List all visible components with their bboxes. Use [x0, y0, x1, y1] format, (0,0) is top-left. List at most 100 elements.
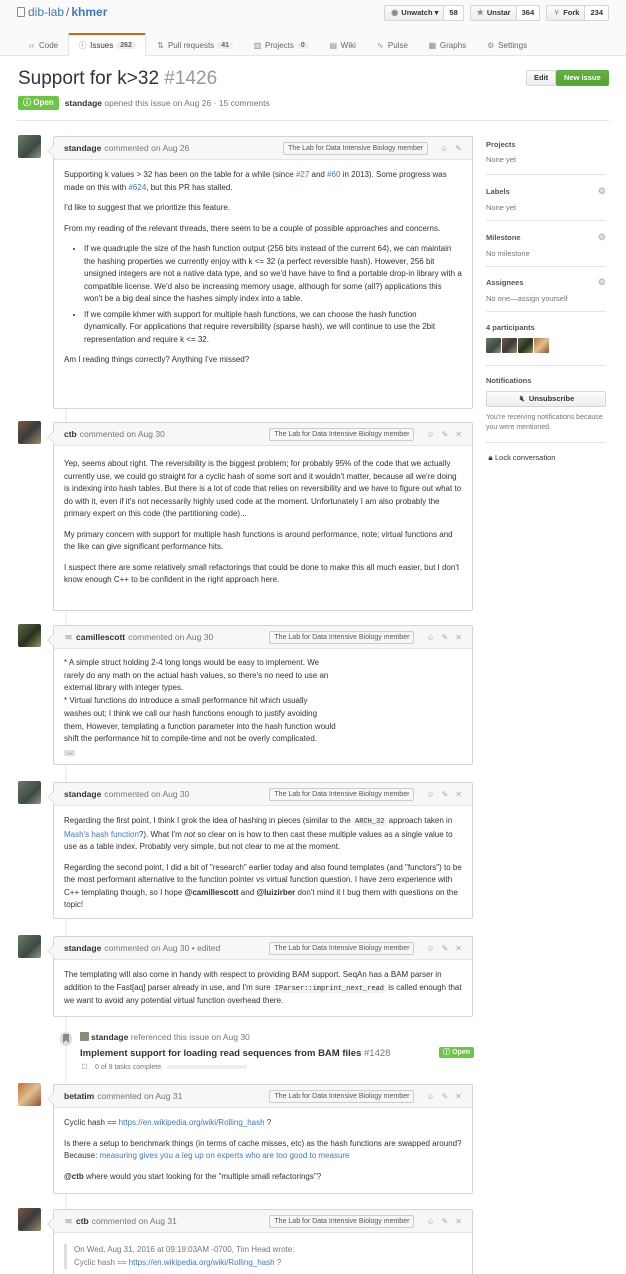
tab-wiki[interactable]: ▤ Wiki [319, 33, 366, 56]
lock-conversation-link[interactable]: 🔒︎ Lock conversation [486, 453, 555, 463]
user-mention[interactable]: @luizirber [256, 888, 295, 897]
assign-yourself-link[interactable]: No one—assign yourself [486, 294, 606, 303]
edit-button[interactable]: Edit [526, 70, 557, 86]
fork-count[interactable]: 234 [585, 5, 609, 21]
reaction-icon[interactable]: ☺ [426, 790, 434, 799]
comment-body: Yep, seems about right. The reversibilit… [64, 459, 462, 584]
issue-link[interactable]: #60 [327, 170, 340, 179]
issue-link[interactable]: #27 [296, 170, 309, 179]
user-mention[interactable]: @ctb [64, 1172, 84, 1181]
comment-timestamp[interactable]: commented on Aug 26 [104, 143, 189, 153]
edit-pencil-icon[interactable]: ✎ [442, 1092, 449, 1101]
sidebar-milestone[interactable]: Milestone ⚙ No milestone [486, 232, 606, 258]
avatar[interactable] [18, 935, 41, 958]
comment-author-link[interactable]: betatim [64, 1091, 94, 1101]
avatar[interactable] [18, 421, 41, 444]
tab-issues[interactable]: ⓘ Issues 262 [68, 33, 146, 57]
avatar[interactable] [18, 1208, 41, 1231]
avatar[interactable] [80, 1032, 89, 1041]
issue-link[interactable]: #624 [128, 183, 146, 192]
tab-graphs[interactable]: ▦ Graphs [418, 33, 476, 56]
tab-settings[interactable]: ⚙ Settings [476, 33, 537, 56]
close-icon[interactable]: ✕ [455, 790, 462, 799]
reaction-icon[interactable]: ☺ [426, 944, 434, 953]
tab-projects[interactable]: ▥ Projects 0 [243, 33, 319, 56]
comment-timestamp[interactable]: commented on Aug 30 [104, 789, 189, 799]
user-mention[interactable]: @camillescott [185, 888, 239, 897]
external-link[interactable]: measuring gives you a leg up on experts … [100, 1151, 350, 1160]
external-link[interactable]: Mash's hash function [64, 830, 139, 839]
issue-title: Support for k>32 #1426 [18, 68, 218, 89]
avatar[interactable] [534, 338, 549, 353]
comment-author-link[interactable]: ctb [76, 1216, 89, 1226]
comment-timestamp[interactable]: commented on Aug 30 [80, 429, 165, 439]
close-icon[interactable]: ✕ [455, 1217, 462, 1226]
issue-author-link[interactable]: standage [65, 98, 102, 108]
comment-author-link[interactable]: standage [64, 943, 101, 953]
comment-author-link[interactable]: camillescott [76, 632, 125, 642]
edit-pencil-icon[interactable]: ✎ [442, 633, 449, 642]
reaction-icon[interactable]: ☺ [426, 1217, 434, 1226]
tab-pulse[interactable]: ∿ Pulse [366, 33, 418, 56]
unsubscribe-button[interactable]: 🔇︎ Unsubscribe [486, 391, 606, 407]
edit-pencil-icon[interactable]: ✎ [442, 430, 449, 439]
reaction-icon[interactable]: ☺ [426, 430, 434, 439]
tab-pull-requests[interactable]: ⇅ Pull requests 41 [146, 33, 243, 56]
comment-header: betatim commented on Aug 31 The Lab for D… [54, 1085, 472, 1108]
close-icon[interactable]: ✕ [455, 430, 462, 439]
external-link[interactable]: https://en.wikipedia.org/wiki/Rolling_ha… [129, 1258, 275, 1267]
unwatch-button[interactable]: ◉ Unwatch ▾ [384, 5, 445, 21]
edit-pencil-icon[interactable]: ✎ [442, 1217, 449, 1226]
avatar[interactable] [18, 135, 41, 158]
fork-button[interactable]: ⑂ Fork [546, 5, 586, 21]
sidebar-divider [486, 311, 606, 312]
avatar[interactable] [518, 338, 533, 353]
gear-icon[interactable]: ⚙ [598, 277, 606, 288]
comment-timestamp[interactable]: commented on Aug 30 • edited [104, 943, 220, 953]
close-icon[interactable]: ✕ [455, 944, 462, 953]
repo-name-link[interactable]: khmer [71, 5, 107, 19]
email-icon: ✉ [65, 632, 72, 642]
edit-pencil-icon[interactable]: ✎ [442, 944, 449, 953]
close-icon[interactable]: ✕ [455, 1092, 462, 1101]
comment-timestamp[interactable]: commented on Aug 31 [97, 1091, 182, 1101]
gear-icon[interactable]: ⚙ [598, 232, 606, 243]
sidebar-assignees[interactable]: Assignees ⚙ No one—assign yourself [486, 277, 606, 303]
avatar[interactable] [18, 624, 41, 647]
close-icon[interactable]: ✕ [455, 633, 462, 642]
edit-pencil-icon[interactable]: ✎ [455, 144, 462, 153]
comment: ✉ ctb commented on Aug 31 The Lab for Data… [47, 1209, 473, 1274]
comment-author-link[interactable]: ctb [64, 429, 77, 439]
sidebar-participants: 4 participants [486, 323, 606, 353]
member-badge: The Lab for Data Intensive Biology membe… [269, 1089, 415, 1103]
comment-timestamp[interactable]: commented on Aug 30 [128, 632, 213, 642]
inline-code: IParser::imprint_next_read [272, 984, 386, 993]
reaction-icon[interactable]: ☺ [426, 633, 434, 642]
gear-icon[interactable]: ⚙ [598, 186, 606, 197]
avatar[interactable] [18, 1083, 41, 1106]
star-count[interactable]: 364 [516, 5, 541, 21]
comment-timestamp[interactable]: commented on Aug 31 [92, 1216, 177, 1226]
expand-quoted-button[interactable]: ... [64, 749, 76, 756]
reaction-icon[interactable]: ☺ [440, 144, 448, 153]
repo-owner-link[interactable]: dib-lab [28, 5, 64, 19]
sidebar-labels[interactable]: Labels ⚙ None yet [486, 186, 606, 212]
sidebar-divider [486, 365, 606, 366]
comment: standage commented on Aug 30 • edited The… [47, 936, 473, 1017]
new-issue-button[interactable]: New issue [556, 70, 609, 86]
comment-author-link[interactable]: standage [64, 789, 101, 799]
unstar-button[interactable]: ★ Unstar [469, 5, 517, 21]
edit-pencil-icon[interactable]: ✎ [442, 790, 449, 799]
xref-title-link[interactable]: Implement support for loading read seque… [80, 1048, 390, 1059]
avatar[interactable] [502, 338, 517, 353]
comment-author-link[interactable]: standage [64, 143, 101, 153]
watch-count[interactable]: 58 [444, 5, 464, 21]
xref-author-link[interactable]: standage [91, 1032, 128, 1042]
repo-actions: ◉ Unwatch ▾ 58 ★ Unstar 364 ⑂ Fork 234 [384, 5, 609, 21]
reaction-icon[interactable]: ☺ [426, 1092, 434, 1101]
issue-number: #1426 [164, 68, 218, 89]
external-link[interactable]: https://en.wikipedia.org/wiki/Rolling_ha… [119, 1118, 265, 1127]
avatar[interactable] [18, 781, 41, 804]
avatar[interactable] [486, 338, 501, 353]
tab-code[interactable]: ‹› Code [17, 33, 68, 56]
